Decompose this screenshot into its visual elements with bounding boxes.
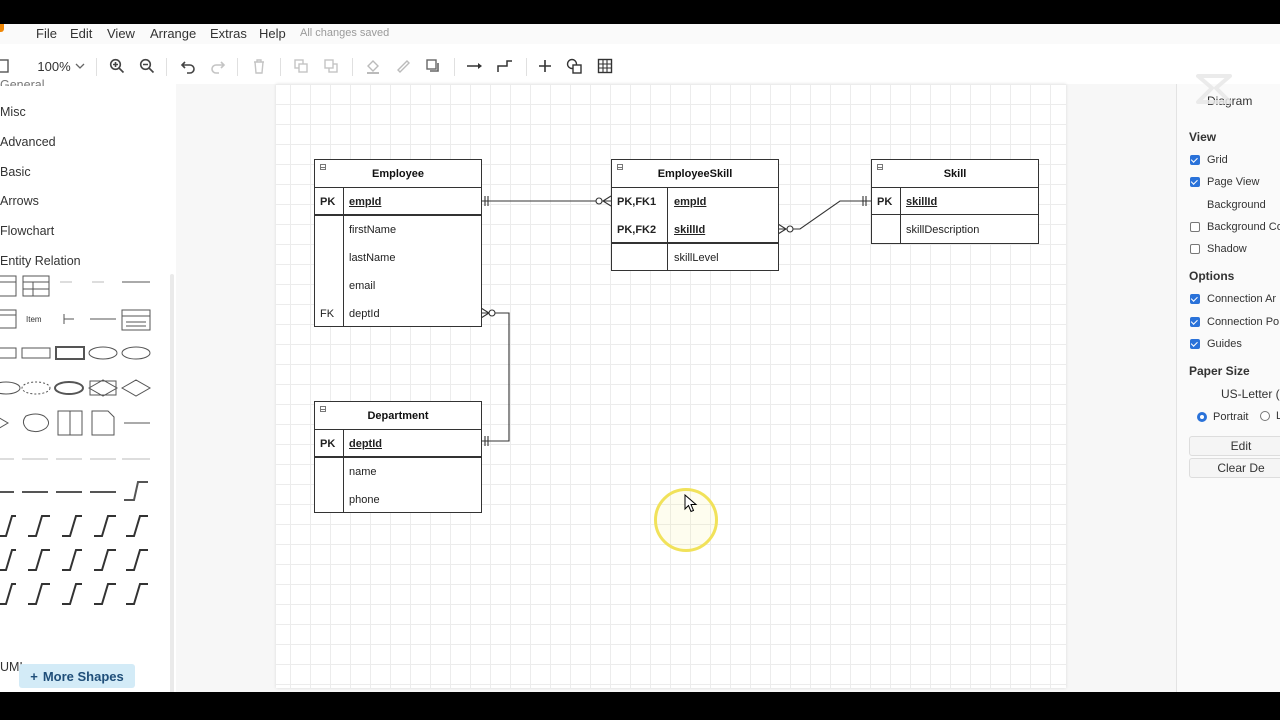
watermark-logo-icon — [1196, 74, 1232, 104]
table-row[interactable]: PK,FK2 skillId — [612, 216, 778, 244]
field-name: email — [349, 280, 376, 292]
portrait-radio[interactable]: Portrait — [1197, 411, 1248, 423]
connection-arrows-checkbox[interactable]: Connection Ar — [1190, 293, 1276, 305]
table-title: Department — [367, 409, 429, 422]
field-name: lastName — [349, 252, 396, 264]
key-label: FK — [320, 308, 335, 320]
table-row[interactable]: name — [315, 458, 481, 486]
table-title: Skill — [943, 167, 967, 180]
guides-label: Guides — [1207, 338, 1242, 350]
checkbox-unchecked-icon — [1190, 222, 1200, 232]
table-row[interactable]: email — [315, 272, 481, 300]
table-row[interactable]: phone — [315, 486, 481, 514]
paper-size-select[interactable]: US-Letter ( — [1221, 387, 1280, 401]
field-name: deptId — [349, 308, 380, 320]
portrait-label: Portrait — [1213, 411, 1249, 423]
mouse-pointer-icon — [684, 494, 698, 513]
connector-employeeskill-skill — [778, 200, 871, 230]
checkbox-checked-icon — [1190, 317, 1200, 327]
table-row[interactable]: PK skillId — [872, 188, 1038, 216]
table-row[interactable]: firstName — [315, 216, 481, 244]
checkbox-checked-icon — [1190, 339, 1200, 349]
view-heading: View — [1189, 130, 1217, 144]
collapse-icon[interactable] — [877, 164, 883, 170]
field-name: deptId — [349, 438, 382, 450]
checkbox-checked-icon — [1190, 294, 1200, 304]
field-name: skillId — [906, 196, 938, 208]
format-panel: Diagram View Grid Page View Background B… — [1176, 84, 1280, 692]
table-row[interactable]: skillDescription — [872, 216, 1038, 244]
guides-checkbox[interactable]: Guides — [1190, 338, 1242, 350]
landscape-radio[interactable]: L — [1260, 410, 1280, 422]
collapse-icon[interactable] — [320, 406, 326, 412]
checkbox-checked-icon — [1190, 177, 1200, 187]
table-row[interactable]: lastName — [315, 244, 481, 272]
connection-points-checkbox[interactable]: Connection Po — [1190, 316, 1279, 328]
table-row[interactable]: PK deptId — [315, 430, 481, 458]
shadow-checkbox[interactable]: Shadow — [1190, 243, 1247, 255]
radio-unselected-icon — [1260, 411, 1270, 421]
shadow-label: Shadow — [1207, 243, 1247, 255]
checkbox-unchecked-icon — [1190, 244, 1200, 254]
table-row[interactable]: skillLevel — [612, 244, 778, 272]
table-title: Employee — [372, 167, 424, 180]
table-skill[interactable]: Skill PK skillId skillDescription — [871, 159, 1039, 244]
field-name: firstName — [349, 224, 397, 236]
paper-size-heading: Paper Size — [1189, 364, 1250, 378]
table-row[interactable]: PK empId — [315, 188, 481, 216]
field-name: empId — [349, 196, 382, 208]
key-label: PK — [320, 196, 336, 208]
key-label: PK,FK2 — [617, 224, 657, 236]
table-header: Employee — [315, 160, 481, 188]
table-row[interactable]: PK,FK1 empId — [612, 188, 778, 216]
edit-button[interactable]: Edit — [1189, 436, 1280, 456]
connection-arrows-label: Connection Ar — [1207, 293, 1277, 305]
options-heading: Options — [1189, 269, 1235, 283]
page-view-checkbox[interactable]: Page View — [1190, 176, 1259, 188]
connectors-layer — [480, 195, 871, 446]
grid-checkbox[interactable]: Grid — [1190, 154, 1228, 166]
connector-employee-department — [481, 312, 510, 442]
grid-label: Grid — [1207, 154, 1228, 166]
connection-points-label: Connection Po — [1207, 316, 1280, 328]
field-name: skillLevel — [674, 252, 719, 264]
table-title: EmployeeSkill — [657, 167, 733, 180]
field-name: skillId — [674, 224, 706, 236]
landscape-label: L — [1276, 410, 1280, 422]
checkbox-checked-icon — [1190, 155, 1200, 165]
radio-selected-icon — [1197, 412, 1207, 422]
background-color-checkbox[interactable]: Background Co — [1190, 221, 1280, 233]
field-name: phone — [349, 494, 380, 506]
collapse-icon[interactable] — [320, 164, 326, 170]
background-color-label: Background Co — [1207, 221, 1280, 233]
clear-default-style-button[interactable]: Clear De — [1189, 458, 1280, 478]
key-label: PK — [877, 196, 893, 208]
key-label: PK,FK1 — [617, 196, 657, 208]
table-employee[interactable]: Employee PK empId firstName lastName ema… — [314, 159, 482, 327]
table-header: Department — [315, 402, 481, 430]
field-name: empId — [674, 196, 707, 208]
field-name: skillDescription — [906, 224, 980, 236]
table-header: EmployeeSkill — [612, 160, 778, 188]
table-header: Skill — [872, 160, 1038, 188]
background-label[interactable]: Background — [1207, 199, 1266, 211]
table-employee-skill[interactable]: EmployeeSkill PK,FK1 empId PK,FK2 skillI… — [611, 159, 779, 271]
app-window: File Edit View Arrange Extras Help All c… — [0, 24, 1280, 692]
key-label: PK — [320, 438, 336, 450]
table-department[interactable]: Department PK deptId name phone — [314, 401, 482, 513]
page-view-label: Page View — [1207, 176, 1260, 188]
field-name: name — [349, 466, 377, 478]
table-row[interactable]: FK deptId — [315, 300, 481, 328]
collapse-icon[interactable] — [617, 164, 623, 170]
